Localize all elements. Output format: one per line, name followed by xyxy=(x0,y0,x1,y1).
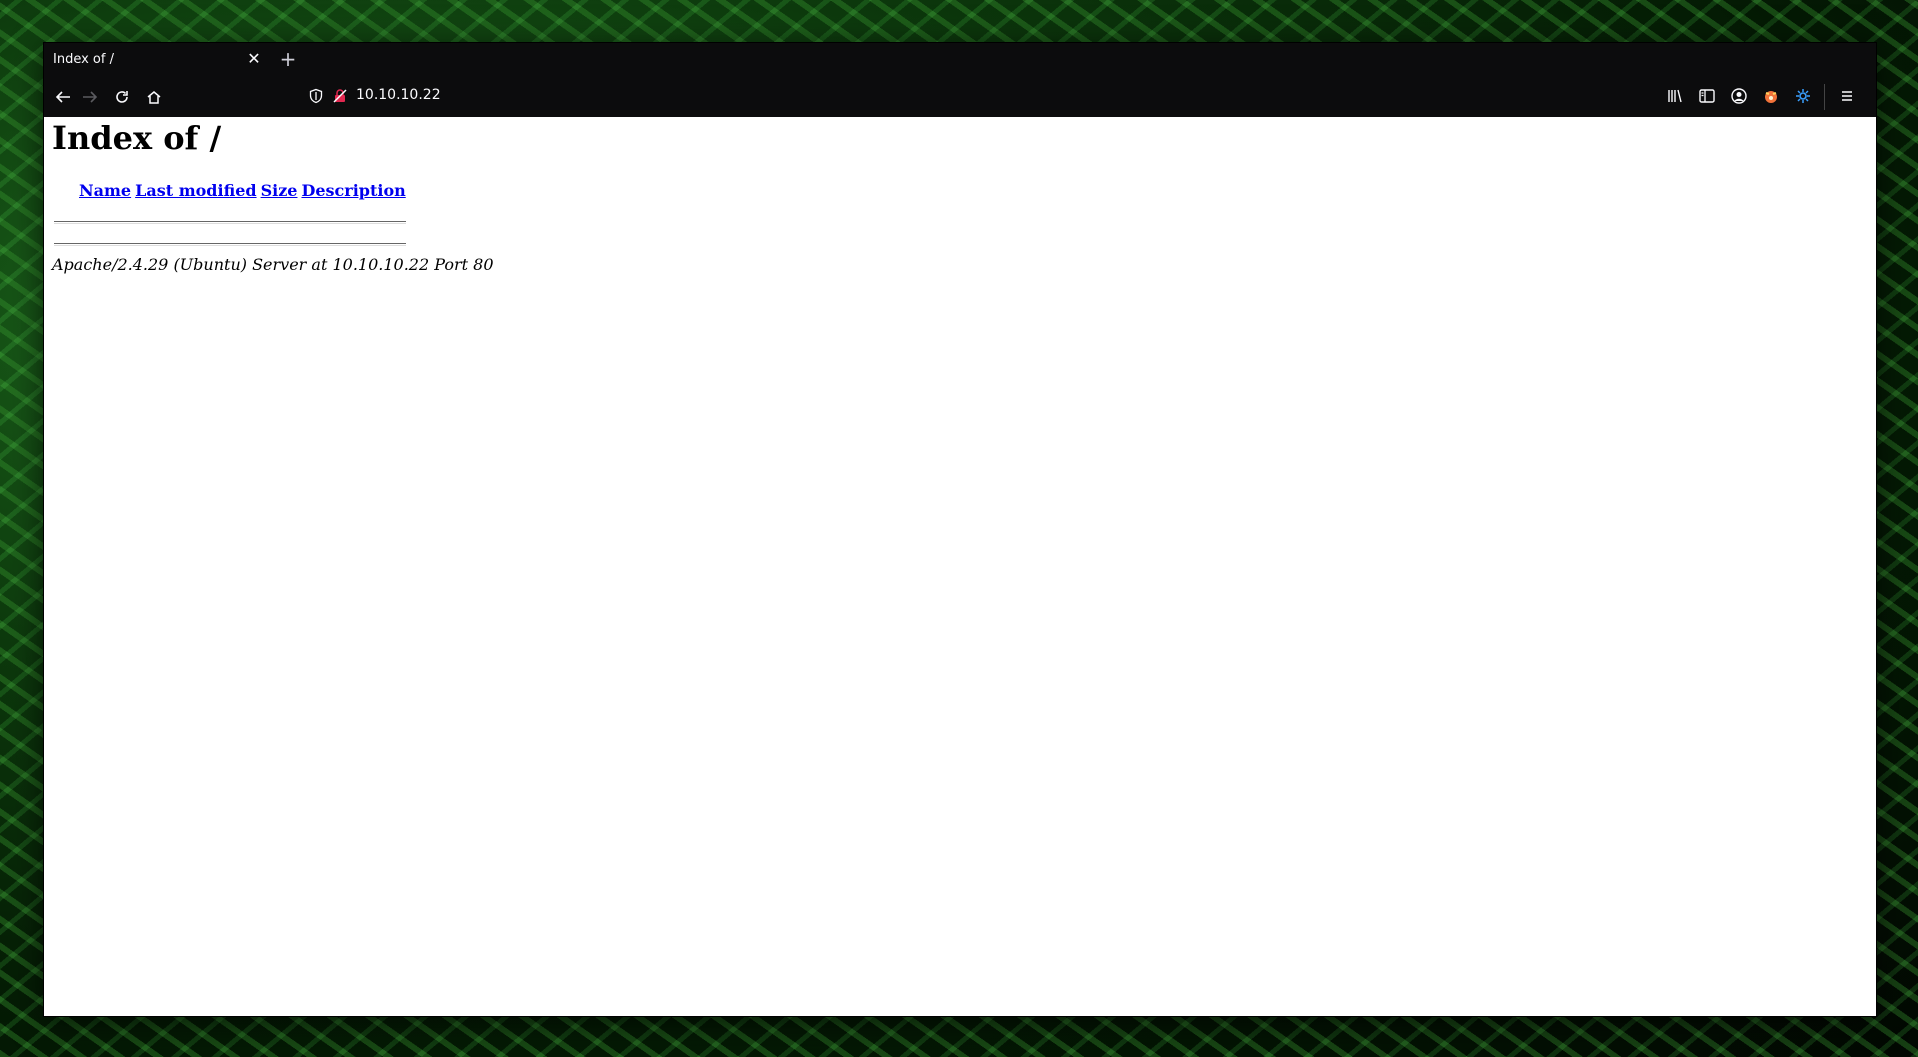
menu-icon[interactable] xyxy=(1838,87,1858,107)
url-bar[interactable]: 10.10.10.22 xyxy=(296,80,1716,112)
table-divider-bottom xyxy=(54,243,406,246)
sidebar-icon[interactable] xyxy=(1698,87,1718,107)
page-content: Index of / Name Last modified Size Descr… xyxy=(44,117,1876,1016)
close-icon[interactable]: ✕ xyxy=(244,49,264,69)
server-signature: Apache/2.4.29 (Ubuntu) Server at 10.10.1… xyxy=(52,255,494,274)
column-last-modified-link[interactable]: Last modified xyxy=(135,181,256,200)
column-size-link[interactable]: Size xyxy=(261,181,298,200)
directory-listing-table: Name Last modified Size Description xyxy=(52,181,406,200)
tab-title: Index of / xyxy=(53,52,114,67)
tab-bar: Index of / ✕ + xyxy=(44,43,1876,76)
plus-icon[interactable]: + xyxy=(276,48,300,72)
column-name-link[interactable]: Name xyxy=(79,181,131,200)
column-description-link[interactable]: Description xyxy=(301,181,405,200)
table-header-row: Name Last modified Size Description xyxy=(52,181,406,200)
navigation-toolbar: 10.10.10.22 xyxy=(44,76,1876,117)
extension-fox-icon[interactable] xyxy=(1762,87,1782,107)
toolbar-separator xyxy=(1824,84,1825,110)
extension-gear-icon[interactable] xyxy=(1794,87,1814,107)
back-arrow-icon[interactable] xyxy=(50,84,76,110)
home-icon[interactable] xyxy=(141,84,167,110)
library-icon[interactable] xyxy=(1666,87,1686,107)
account-icon[interactable] xyxy=(1730,87,1750,107)
browser-tab[interactable]: Index of / ✕ xyxy=(44,43,266,76)
reload-icon[interactable] xyxy=(109,84,135,110)
forward-arrow-icon[interactable] xyxy=(77,84,103,110)
toolbar-right xyxy=(1666,76,1876,117)
browser-window: Index of / ✕ + 10.10.10.22 Index of / Na… xyxy=(44,43,1876,1016)
insecure-lock-icon[interactable] xyxy=(332,88,348,104)
page-title: Index of / xyxy=(52,119,222,157)
shield-icon[interactable] xyxy=(308,88,324,104)
table-divider-top xyxy=(54,221,406,224)
url-text[interactable]: 10.10.10.22 xyxy=(356,87,441,103)
